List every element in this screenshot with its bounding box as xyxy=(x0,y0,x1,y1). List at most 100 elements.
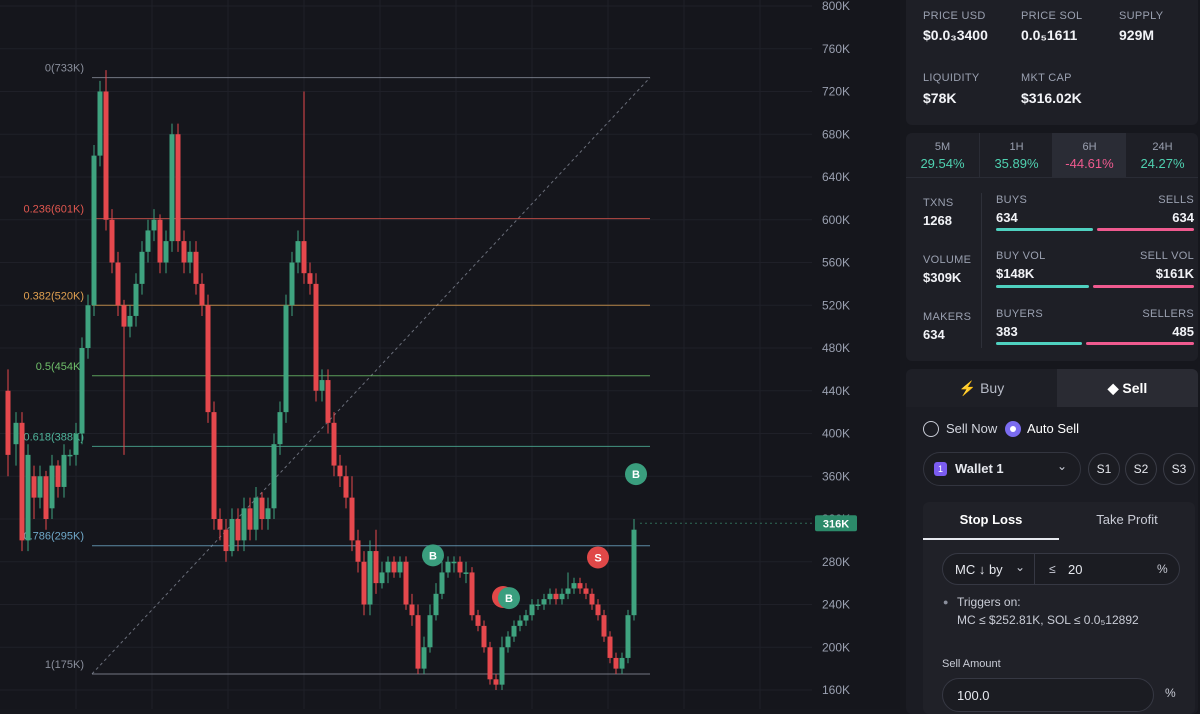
activity-card: 5M 29.54% 1H 35.89% 6H -44.61% 24H 24.27… xyxy=(906,133,1198,361)
buys-bar xyxy=(996,228,1093,231)
percent-suffix: % xyxy=(1157,562,1168,576)
candle-body xyxy=(295,241,301,263)
candle-body xyxy=(517,620,523,626)
candle-body xyxy=(415,615,421,669)
trade-marker-label: B xyxy=(429,550,437,562)
candle-body xyxy=(157,219,163,263)
candle-body xyxy=(271,444,277,509)
preset-s1-button[interactable]: S1 xyxy=(1088,453,1120,485)
fib-level-label: 1(175K) xyxy=(45,659,84,671)
tag-icon: ◆ xyxy=(1107,380,1119,396)
price-axis-label: 560K xyxy=(822,256,850,270)
candle-body xyxy=(577,583,583,589)
sells-bar xyxy=(1097,228,1194,231)
sell-now-label: Sell Now xyxy=(946,421,998,436)
timeframe-24h[interactable]: 24H 24.27% xyxy=(1125,133,1199,177)
price-axis-label: 640K xyxy=(822,170,850,184)
candle-body xyxy=(199,283,205,306)
price-axis-label: 680K xyxy=(822,127,850,141)
candle-body xyxy=(151,219,157,231)
sell-tab[interactable]: ◆ Sell xyxy=(1057,369,1198,407)
threshold-input[interactable]: 20 xyxy=(1068,562,1082,577)
supply-value: 929M xyxy=(1119,27,1155,43)
candle-body xyxy=(361,561,367,605)
candle-body xyxy=(343,476,349,498)
candle-body xyxy=(373,551,379,584)
timeframe-6h[interactable]: 6H -44.61% xyxy=(1052,133,1126,177)
sellers-label: SELLERS xyxy=(1142,308,1194,320)
wallet-selector[interactable]: 1 Wallet 1 ⌄ xyxy=(923,452,1081,486)
candle-body xyxy=(25,454,31,541)
candle-body xyxy=(139,251,145,284)
sell-vol-value: $161K xyxy=(1155,266,1194,281)
price-axis-label: 720K xyxy=(822,85,850,99)
candle-body xyxy=(5,390,11,455)
mc-select[interactable]: MC ↓ by xyxy=(955,562,1003,577)
makers-label: MAKERS xyxy=(923,311,972,323)
candle-body xyxy=(205,305,211,413)
sell-amount-input[interactable]: 100.0 xyxy=(942,678,1154,712)
timeframe-change: 29.54% xyxy=(920,156,965,171)
market-cap-value: $316.02K xyxy=(1021,90,1082,106)
price-sol-label: PRICE SOL xyxy=(1021,10,1083,22)
timeframe-1h[interactable]: 1H 35.89% xyxy=(979,133,1053,177)
candle-body xyxy=(529,604,535,616)
bolt-icon: ⚡ xyxy=(958,380,977,396)
candle-body xyxy=(409,604,415,616)
triggers-title: Triggers on: xyxy=(957,595,1021,609)
candle-body xyxy=(487,647,493,680)
price-axis-label: 400K xyxy=(822,427,850,441)
candle-body xyxy=(493,679,499,685)
info-icon: ● xyxy=(943,597,949,607)
candle-body xyxy=(289,262,295,306)
candle-body xyxy=(337,465,343,477)
chevron-down-icon: ⌄ xyxy=(1057,459,1068,473)
makers-value: 634 xyxy=(923,327,945,342)
fib-level-label: 0(733K) xyxy=(45,63,84,75)
candle-body xyxy=(547,593,553,600)
candle-body xyxy=(601,615,607,637)
preset-s2-button[interactable]: S2 xyxy=(1125,453,1157,485)
take-profit-tab[interactable]: Take Profit xyxy=(1059,502,1195,538)
wallet-name: Wallet 1 xyxy=(955,461,1004,476)
price-axis-label: 200K xyxy=(822,640,850,654)
price-axis-label: 800K xyxy=(822,0,850,13)
buy-tab[interactable]: ⚡ Buy xyxy=(906,369,1057,407)
candlestick-chart[interactable]: 800K 760K 720K 680K 640K 600K 560K 520K 480K 440K… xyxy=(0,0,900,709)
candle-body xyxy=(421,647,427,669)
candle-body xyxy=(97,91,103,156)
sell-amount-unit: % xyxy=(1165,686,1176,700)
candle-body xyxy=(469,572,475,616)
candle-body xyxy=(241,508,247,541)
trade-marker-label: B xyxy=(505,593,513,605)
timeframe-label: 6H xyxy=(1082,141,1097,153)
token-stats-card: PRICE USD $0.0₃3400 PRICE SOL 0.0₅1611 S… xyxy=(906,0,1198,125)
candle-body xyxy=(13,422,19,445)
auto-sell-label: Auto Sell xyxy=(1027,421,1080,436)
candle-body xyxy=(169,134,175,242)
candle-body xyxy=(613,657,619,669)
divider xyxy=(1034,554,1035,584)
sellers-bar xyxy=(1086,342,1194,345)
candle-body xyxy=(391,561,397,573)
stop-loss-tab[interactable]: Stop Loss xyxy=(923,502,1059,540)
price-chart[interactable]: 800K 760K 720K 680K 640K 600K 560K 520K 480K 440K… xyxy=(0,0,900,709)
divider xyxy=(981,193,982,348)
chevron-down-icon: ⌄ xyxy=(1015,560,1026,574)
trade-marker-label: S xyxy=(594,552,601,564)
preset-s3-button[interactable]: S3 xyxy=(1163,453,1195,485)
wallet-icon: 1 xyxy=(934,462,947,476)
candle-body xyxy=(355,540,361,562)
price-axis-label: 520K xyxy=(822,298,850,312)
price-axis-label: 160K xyxy=(822,683,850,697)
candle-body xyxy=(133,283,139,316)
sell-tab-label: Sell xyxy=(1122,380,1148,396)
candle-body xyxy=(457,561,463,573)
timeframe-5m[interactable]: 5M 29.54% xyxy=(906,133,979,177)
timeframe-label: 5M xyxy=(934,141,951,153)
auto-sell-radio[interactable] xyxy=(1005,421,1021,437)
price-sol-value: 0.0₅1611 xyxy=(1021,27,1078,43)
sell-vol-label: SELL VOL xyxy=(1140,250,1194,262)
buyers-value: 383 xyxy=(996,324,1018,339)
sell-now-radio[interactable] xyxy=(923,421,939,437)
